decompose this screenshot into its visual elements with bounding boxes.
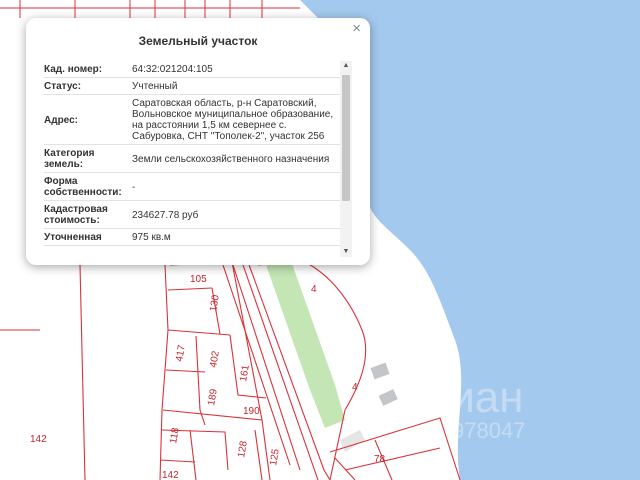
popup-title: Земельный участок bbox=[138, 34, 258, 48]
attribute-value: 975 кв.м bbox=[132, 228, 342, 246]
parcel-label: 78 bbox=[374, 454, 386, 465]
attribute-row: Статус: Учтенный bbox=[44, 77, 342, 95]
attribute-key: Адрес: bbox=[44, 94, 132, 145]
attribute-row: Форма собственности: - bbox=[44, 172, 342, 201]
parcel-label: 105 bbox=[190, 274, 207, 285]
scrollbar-thumb[interactable] bbox=[342, 75, 350, 201]
close-icon[interactable]: × bbox=[352, 20, 361, 37]
watermark-text: циан bbox=[425, 373, 524, 422]
attribute-value: Саратовская область, р-н Саратовский, Во… bbox=[132, 94, 342, 145]
scroll-up-icon[interactable]: ▲ bbox=[340, 61, 352, 71]
watermark-id: 978047 bbox=[452, 418, 525, 443]
parcel-label: 4 bbox=[311, 284, 317, 295]
parcel-label: 142 bbox=[162, 470, 179, 480]
attribute-value: Учтенный bbox=[132, 77, 342, 95]
attribute-key: Уточненная bbox=[44, 228, 132, 246]
attribute-key: Статус: bbox=[44, 77, 132, 95]
attribute-row: Уточненная 975 кв.м bbox=[44, 228, 342, 246]
attribute-value: - bbox=[132, 172, 342, 201]
parcel-label: 4 bbox=[352, 382, 358, 393]
attribute-key: Форма собственности: bbox=[44, 172, 132, 201]
attribute-value: 64:32:021204:105 bbox=[132, 61, 342, 78]
attribute-row: Кадастровая стоимость: 234627.78 руб bbox=[44, 200, 342, 229]
parcel-info-popup: Земельный участок × Кад. номер: 64:32:02… bbox=[26, 18, 370, 265]
parcel-label: 190 bbox=[243, 406, 260, 417]
attributes-scroll-area[interactable]: Кад. номер: 64:32:021204:105 Статус: Учт… bbox=[44, 61, 354, 259]
parcel-label: 142 bbox=[30, 434, 47, 445]
attribute-row: Категория земель: Земли сельскохозяйстве… bbox=[44, 144, 342, 173]
attributes-table: Кад. номер: 64:32:021204:105 Статус: Учт… bbox=[44, 61, 342, 246]
attribute-key: Категория земель: bbox=[44, 144, 132, 173]
attribute-key: Кад. номер: bbox=[44, 61, 132, 78]
attribute-value: Земли сельскохозяйственного назначения bbox=[132, 144, 342, 173]
popup-scrollbar[interactable]: ▲ ▼ bbox=[340, 61, 352, 257]
scroll-down-icon[interactable]: ▼ bbox=[340, 247, 352, 257]
attribute-row: Кад. номер: 64:32:021204:105 bbox=[44, 61, 342, 78]
attribute-row: Адрес: Саратовская область, р-н Саратовс… bbox=[44, 94, 342, 145]
attribute-key: Кадастровая стоимость: bbox=[44, 200, 132, 229]
attribute-value: 234627.78 руб bbox=[132, 200, 342, 229]
